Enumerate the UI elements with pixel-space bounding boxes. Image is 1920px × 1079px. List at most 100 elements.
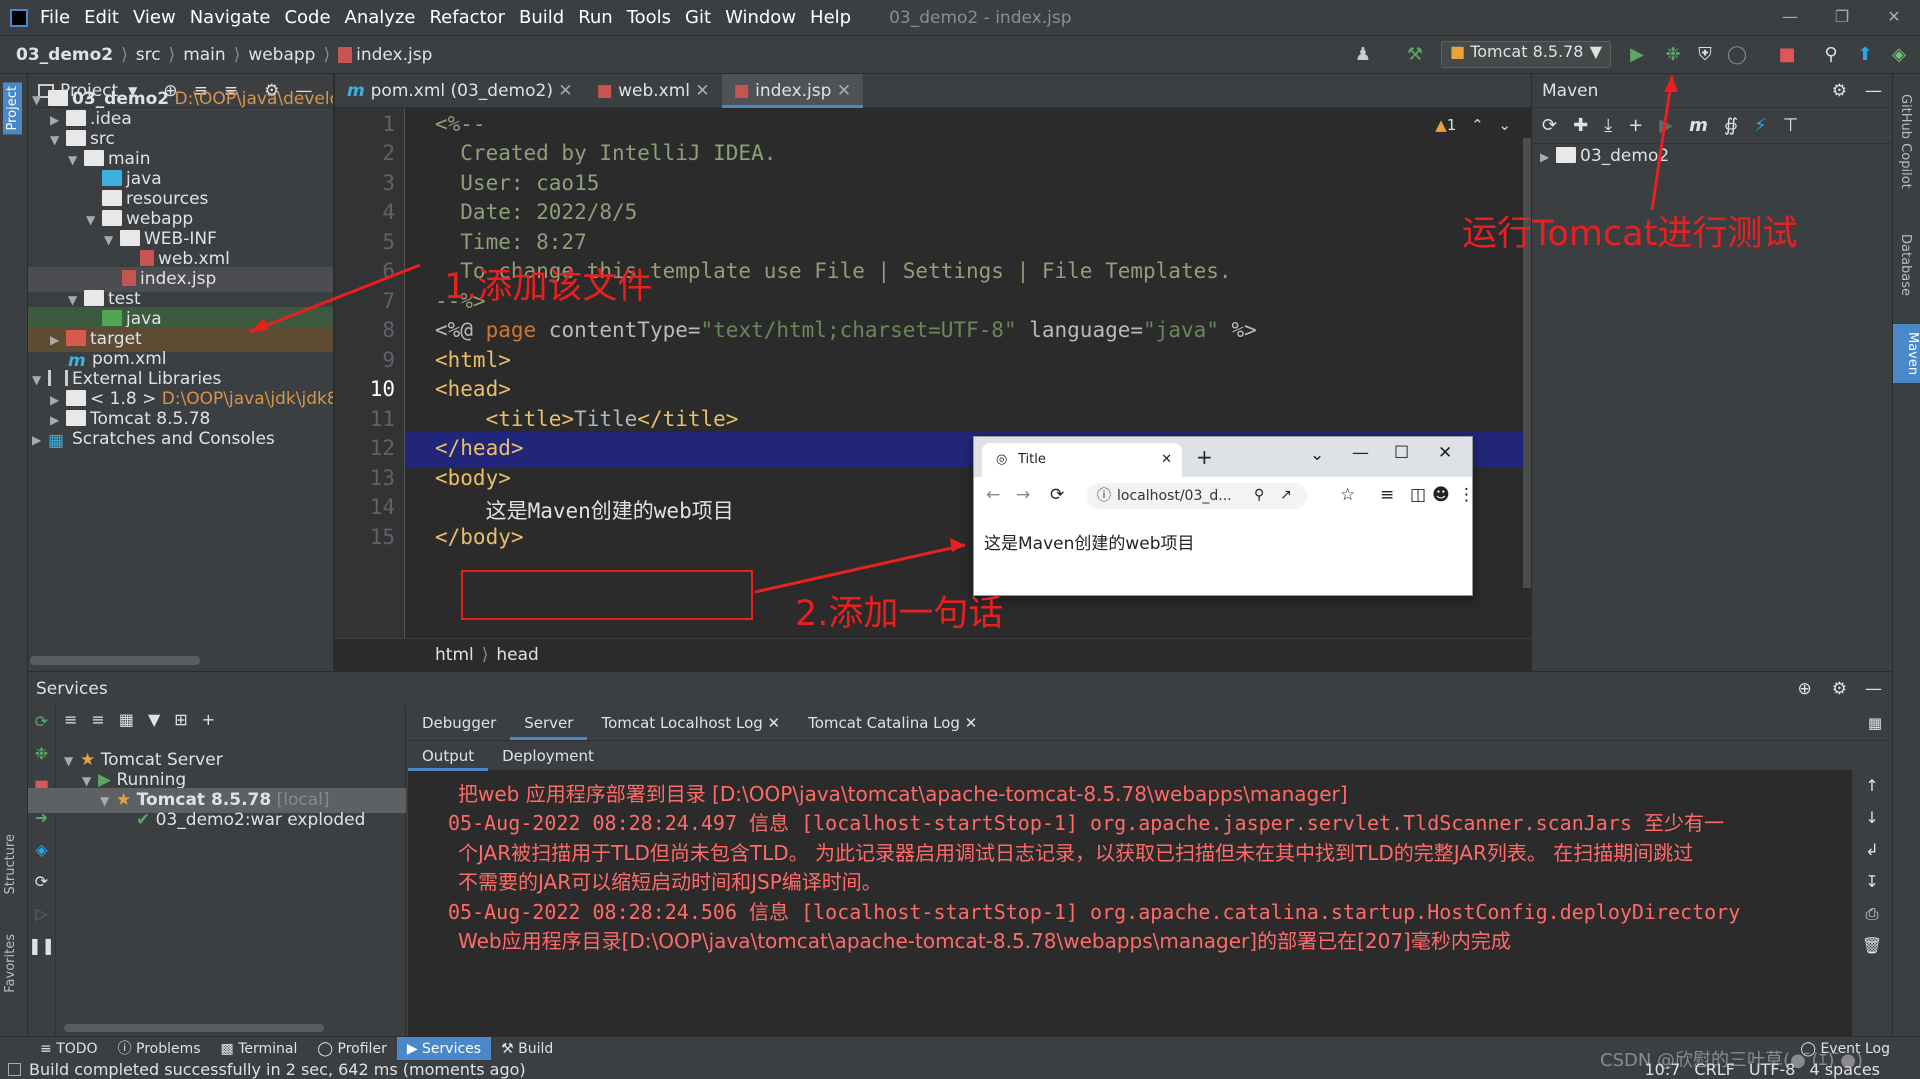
reading-list-icon[interactable]: ≡: [1380, 485, 1394, 505]
sidebar-icon[interactable]: ◫: [1410, 485, 1426, 505]
layout-icon[interactable]: ▦: [1868, 714, 1882, 732]
chevron-down-icon[interactable]: ⌄: [1498, 116, 1511, 134]
run-icon[interactable]: ▶: [1659, 115, 1673, 136]
plugin-icon[interactable]: ◈: [1886, 42, 1912, 68]
menu-build[interactable]: Build: [519, 7, 564, 28]
skip-tests-icon[interactable]: ⚡: [1754, 115, 1767, 136]
show-dependencies-icon[interactable]: ⊤: [1783, 115, 1799, 136]
menu-view[interactable]: View: [133, 7, 176, 28]
coverage-icon[interactable]: ⛨: [1692, 42, 1718, 68]
refresh-icon[interactable]: ⟳: [28, 866, 55, 898]
soft-wrap-icon[interactable]: ↲: [1852, 834, 1892, 866]
menu-run[interactable]: Run: [578, 7, 613, 28]
stop-icon[interactable]: ■: [1774, 42, 1800, 68]
menu-analyze[interactable]: Analyze: [345, 7, 416, 28]
menu-window[interactable]: Window: [725, 7, 796, 28]
close-icon[interactable]: ✕: [1438, 443, 1452, 463]
menu-navigate[interactable]: Navigate: [190, 7, 271, 28]
structure-tool-tab[interactable]: Structure: [3, 834, 18, 894]
service-artifact[interactable]: ✔ 03_demo2:war exploded: [28, 808, 406, 833]
new-tab-icon[interactable]: +: [1196, 445, 1213, 469]
tree-item-scratches[interactable]: ▶ ▦ Scratches and Consoles: [28, 427, 333, 452]
toggle-offline-icon[interactable]: ∯: [1724, 115, 1738, 136]
tab-web-xml[interactable]: ■ web.xml ✕: [585, 74, 722, 108]
tab-localhost-log[interactable]: Tomcat Localhost Log ✕: [587, 711, 794, 735]
rerun-icon[interactable]: ⟳: [28, 706, 55, 738]
maven-project-item[interactable]: ▶ 03_demo2: [1532, 144, 1892, 169]
tab-debugger[interactable]: Debugger: [408, 711, 510, 735]
address-bar[interactable]: ⓘ localhost/03_d...: [1087, 483, 1307, 509]
minimize-icon[interactable]: —: [1764, 0, 1816, 34]
run-icon[interactable]: ▶: [1624, 42, 1650, 68]
breadcrumb-main[interactable]: main: [183, 45, 225, 65]
menu-edit[interactable]: Edit: [84, 7, 119, 28]
horizontal-scrollbar[interactable]: [64, 1024, 324, 1032]
forward-icon[interactable]: →: [1016, 485, 1030, 505]
deploy-all-icon[interactable]: ◈: [28, 834, 55, 866]
maximize-icon[interactable]: ☐: [1394, 443, 1409, 463]
breadcrumb-head[interactable]: head: [496, 645, 538, 665]
github-copilot-tab[interactable]: GitHub Copilot: [1898, 94, 1913, 189]
zoom-icon[interactable]: ⚲: [1254, 487, 1264, 503]
reload-icon[interactable]: ⟳: [1542, 115, 1557, 136]
reload-icon[interactable]: ⟳: [1050, 485, 1064, 505]
gear-icon[interactable]: ⚙: [1832, 81, 1847, 101]
tab-deployment[interactable]: Deployment: [488, 744, 608, 768]
profiler-icon[interactable]: ◯: [1724, 42, 1750, 68]
menu-file[interactable]: File: [40, 7, 70, 28]
database-tab[interactable]: Database: [1898, 234, 1913, 296]
pause-icon[interactable]: ❚❚: [28, 930, 55, 962]
arrow-down-icon[interactable]: ↓: [1852, 802, 1892, 834]
menu-git[interactable]: Git: [685, 7, 711, 28]
build-hammer-icon[interactable]: ⚒: [1402, 42, 1428, 68]
download-icon[interactable]: ⤓: [1604, 115, 1612, 136]
restore-icon[interactable]: ❐: [1816, 0, 1868, 34]
close-icon[interactable]: ✕: [695, 81, 709, 101]
scroll-to-end-icon[interactable]: ↧: [1852, 866, 1892, 898]
breadcrumb-file[interactable]: index.jsp: [356, 45, 432, 65]
terminal-tab[interactable]: ▩ Terminal: [211, 1037, 308, 1061]
problems-tab[interactable]: ⓘ Problems: [108, 1037, 211, 1061]
user-icon[interactable]: ♟: [1350, 42, 1376, 68]
trash-icon[interactable]: 🗑: [1852, 930, 1892, 962]
close-icon[interactable]: ✕: [965, 714, 978, 732]
expand-all-icon[interactable]: ≡: [64, 710, 77, 729]
group-icon[interactable]: ▦: [119, 710, 134, 729]
maven-tab[interactable]: Maven: [1893, 324, 1920, 384]
breadcrumb-src[interactable]: src: [136, 45, 161, 65]
favorites-tool-tab[interactable]: Favorites: [3, 934, 18, 993]
minimize-icon[interactable]: —: [1352, 443, 1369, 463]
close-icon[interactable]: ✕: [768, 714, 781, 732]
tab-index-jsp[interactable]: ■ index.jsp ✕: [721, 73, 864, 108]
tab-server[interactable]: Server: [510, 706, 588, 740]
maven-goal-icon[interactable]: m: [1689, 115, 1708, 136]
close-icon[interactable]: ✕: [558, 81, 572, 101]
collapse-all-icon[interactable]: ≡: [91, 710, 104, 729]
add-icon[interactable]: ⊕: [1798, 679, 1812, 699]
share-icon[interactable]: ↗: [1280, 487, 1292, 503]
gear-icon[interactable]: ⚙: [1832, 679, 1847, 699]
arrow-up-icon[interactable]: ↑: [1852, 770, 1892, 802]
resume-icon[interactable]: ▷: [28, 898, 55, 930]
tab-output[interactable]: Output: [408, 741, 489, 771]
browser-tab[interactable]: ◎ Title ✕: [982, 443, 1182, 477]
breadcrumb-webapp[interactable]: webapp: [248, 45, 315, 65]
menu-help[interactable]: Help: [810, 7, 851, 28]
menu-icon[interactable]: ⋮: [1458, 485, 1475, 505]
inspection-widget[interactable]: ▲1 ⌃ ⌄: [1435, 116, 1511, 134]
profiler-tab[interactable]: ◯ Profiler: [307, 1037, 396, 1061]
add-project-icon[interactable]: ✚: [1573, 115, 1588, 136]
close-icon[interactable]: ✕: [837, 81, 851, 101]
browser-window[interactable]: ◎ Title ✕ + ⌄ — ☐ ✕ ← → ⟳ ⓘ localhost/03_d.…: [973, 436, 1475, 596]
search-icon[interactable]: ⚲: [1818, 42, 1844, 68]
menu-code[interactable]: Code: [284, 7, 330, 28]
menu-refactor[interactable]: Refactor: [429, 7, 505, 28]
tab-pom-xml[interactable]: m pom.xml (03_demo2) ✕: [335, 74, 585, 108]
add-icon[interactable]: +: [1628, 115, 1643, 136]
add-icon[interactable]: +: [202, 710, 215, 729]
star-icon[interactable]: ☆: [1340, 485, 1355, 505]
chevron-up-icon[interactable]: ⌃: [1471, 116, 1484, 134]
chevron-down-icon[interactable]: ⌄: [1310, 445, 1324, 465]
debug-bug-icon[interactable]: ❉: [1660, 42, 1686, 68]
back-icon[interactable]: ←: [986, 485, 1000, 505]
